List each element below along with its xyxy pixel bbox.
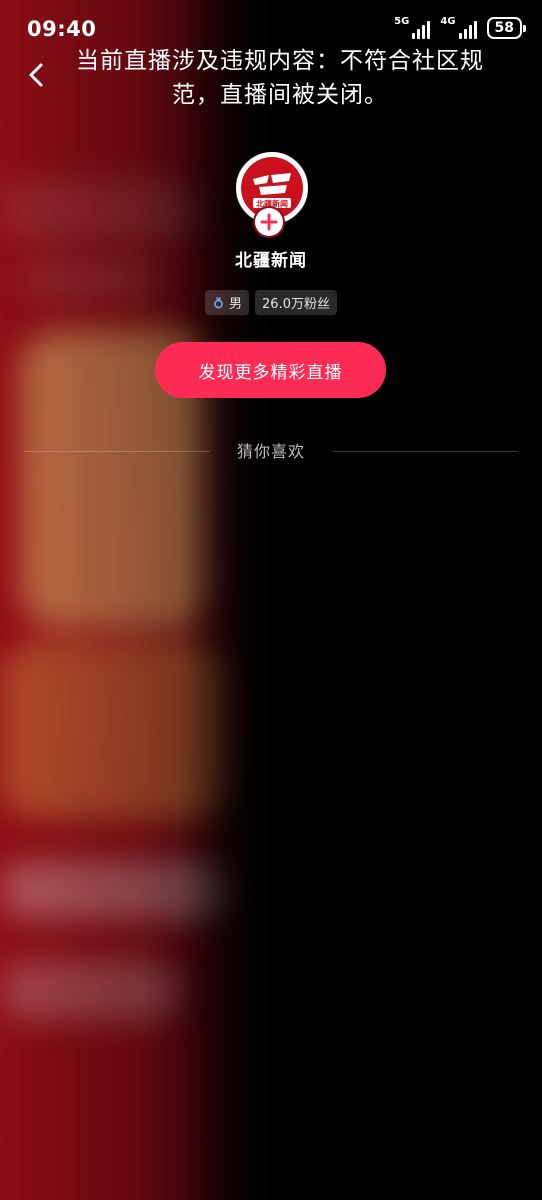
status-icons: 5G 4G 58 bbox=[394, 16, 527, 40]
plus-icon bbox=[260, 213, 278, 231]
status-time: 09:40 bbox=[27, 17, 97, 41]
battery-level: 58 bbox=[494, 20, 514, 36]
recommend-section-label: 猜你喜欢 bbox=[236, 442, 305, 461]
recommend-divider: 猜你喜欢 bbox=[24, 440, 518, 464]
gender-label: 男 bbox=[229, 297, 243, 312]
followers-tag: 26.0万粉丝 bbox=[255, 290, 337, 315]
signal-4g-icon: 4G bbox=[440, 17, 477, 39]
gender-tag: 男 bbox=[205, 290, 250, 315]
logo-text: 北疆新闻 bbox=[256, 199, 288, 209]
live-closed-notice: 当前直播涉及违规内容：不符合社区规范，直播间被关闭。 bbox=[76, 48, 484, 108]
chevron-left-icon bbox=[29, 63, 43, 87]
live-closed-screen: 09:40 5G 4G 58 当前直播涉及违规内容：不符合社区规范，直播间被关闭… bbox=[0, 0, 542, 1200]
avatar[interactable]: 北疆新闻 bbox=[236, 152, 308, 236]
back-button[interactable] bbox=[22, 60, 52, 90]
profile-tags: 男 26.0万粉丝 bbox=[0, 290, 542, 315]
battery-icon: 58 bbox=[486, 17, 527, 39]
male-icon bbox=[214, 297, 223, 309]
followers-count: 26.0万粉丝 bbox=[262, 297, 330, 312]
discover-more-live-button[interactable]: 发现更多精彩直播 bbox=[155, 342, 386, 398]
divider-line-right bbox=[332, 451, 518, 452]
streamer-name[interactable]: 北疆新闻 bbox=[0, 246, 542, 271]
follow-button[interactable] bbox=[255, 208, 283, 236]
divider-line-left bbox=[24, 451, 210, 452]
signal-5g-icon: 5G bbox=[394, 17, 431, 39]
